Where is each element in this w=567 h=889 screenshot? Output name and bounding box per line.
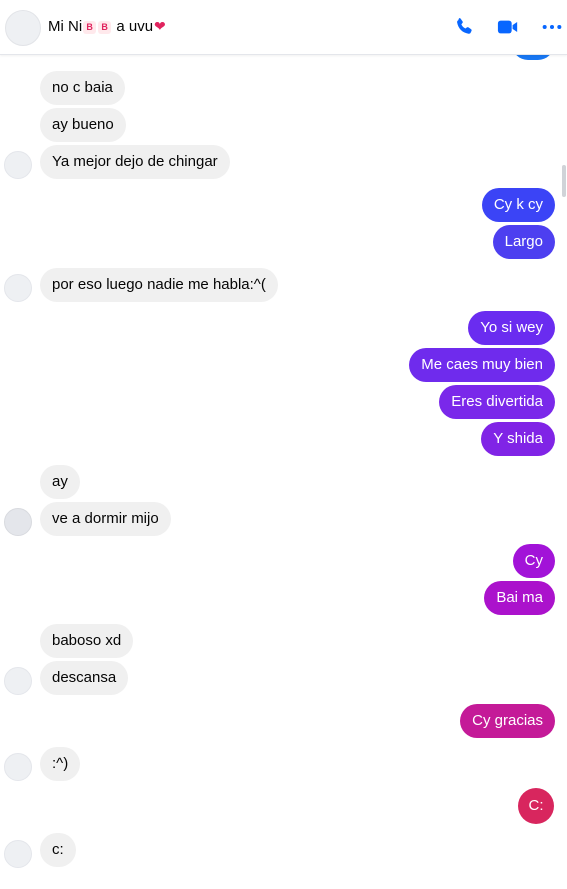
outgoing-message[interactable]: Bai ma: [484, 581, 555, 615]
contact-name-suffix: a uvu: [116, 18, 154, 35]
incoming-message[interactable]: c:: [40, 833, 76, 867]
outgoing-message[interactable]: Y shida: [481, 422, 555, 456]
phone-icon[interactable]: [453, 16, 475, 38]
contact-avatar[interactable]: [5, 10, 41, 46]
incoming-message[interactable]: por eso luego nadie me habla:^(: [40, 268, 278, 302]
incoming-message[interactable]: no c baia: [40, 71, 125, 105]
chat-header: Mi Ni B B a uvu❤: [0, 0, 567, 55]
contact-avatar-small[interactable]: [4, 667, 32, 695]
incoming-message[interactable]: ve a dormir mijo: [40, 502, 171, 536]
contact-name[interactable]: Mi Ni B B a uvu❤: [48, 18, 166, 35]
incoming-message[interactable]: ay: [40, 465, 80, 499]
incoming-message[interactable]: descansa: [40, 661, 129, 695]
incoming-message[interactable]: baboso xd: [40, 624, 134, 658]
incoming-message[interactable]: Ya mejor dejo de chingar: [40, 145, 230, 179]
outgoing-message[interactable]: Eres divertida: [439, 385, 555, 419]
contact-avatar-small[interactable]: [4, 753, 32, 781]
outgoing-message[interactable]: Me caes muy bien: [409, 348, 555, 382]
outgoing-message[interactable]: Largo: [492, 225, 555, 259]
outgoing-message[interactable]: C:: [518, 788, 554, 824]
emoji-b-icon: B: [98, 21, 112, 34]
contact-avatar-small[interactable]: [4, 508, 32, 536]
incoming-message[interactable]: ay bueno: [40, 108, 126, 142]
outgoing-message[interactable]: Cy gracias: [460, 704, 555, 738]
contact-name-prefix: Mi Ni: [48, 18, 83, 35]
contact-avatar-small[interactable]: [4, 274, 32, 302]
outgoing-message[interactable]: Yo si wey: [468, 311, 555, 345]
outgoing-message[interactable]: Cy: [512, 544, 555, 578]
emoji-b-icon: B: [83, 21, 97, 34]
contact-avatar-small[interactable]: [4, 840, 32, 868]
more-options-icon[interactable]: [541, 16, 563, 38]
scrollbar-thumb[interactable]: [562, 165, 566, 197]
outgoing-message[interactable]: Cy k cy: [481, 188, 555, 222]
incoming-message[interactable]: :^): [40, 747, 81, 781]
heart-icon: ❤: [154, 18, 166, 34]
video-camera-icon[interactable]: [496, 16, 520, 38]
contact-avatar-small[interactable]: [4, 151, 32, 179]
